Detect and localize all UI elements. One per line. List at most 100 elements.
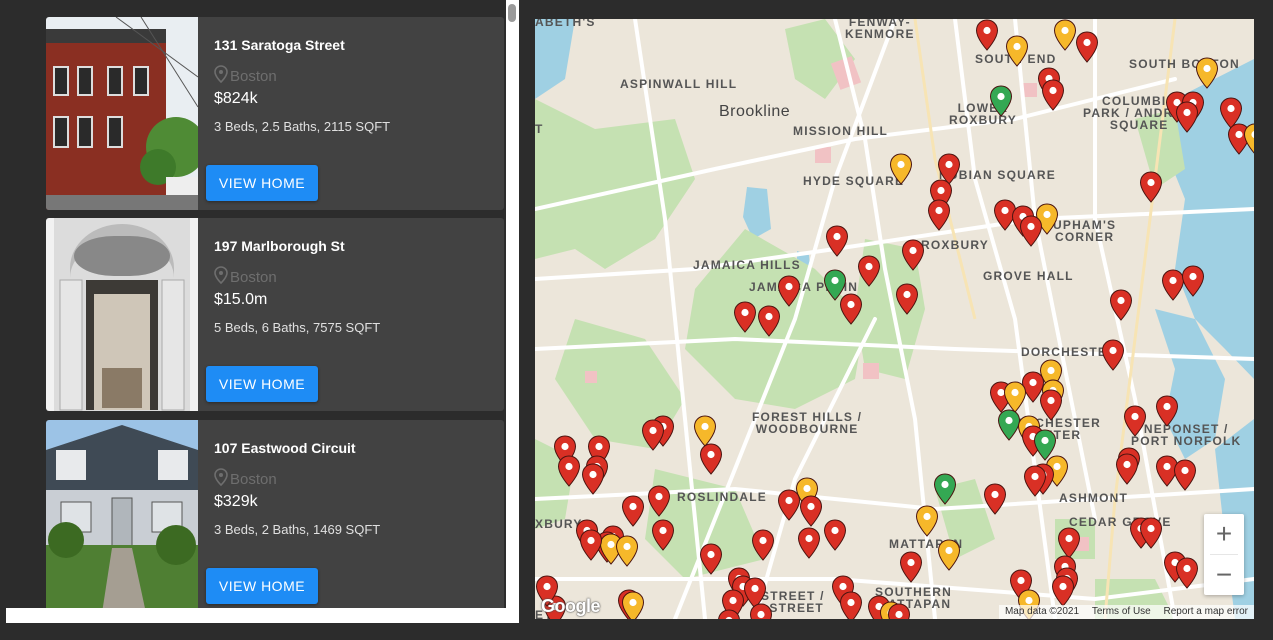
map-marker[interactable] [889, 153, 913, 185]
listing-panel[interactable]: 131 Saratoga Street Boston $824k 3 Beds,… [6, 0, 519, 623]
map-label: NEPONSET / PORT NORFOLK [1131, 422, 1242, 448]
map-label: ROSLINDALE [677, 490, 767, 504]
map-marker[interactable] [1109, 289, 1133, 321]
map-marker[interactable] [1039, 389, 1063, 421]
map-marker[interactable] [1243, 123, 1254, 155]
map-label: Brookline [719, 103, 791, 120]
map-marker[interactable] [989, 85, 1013, 117]
map-marker[interactable] [983, 483, 1007, 515]
view-home-button[interactable]: VIEW HOME [206, 568, 318, 604]
map-label: T [535, 122, 544, 136]
listing-scrollbar[interactable] [506, 0, 519, 623]
map-marker[interactable] [777, 489, 801, 521]
scrollbar-thumb[interactable] [508, 4, 516, 22]
map-marker[interactable] [839, 293, 863, 325]
map-marker[interactable] [733, 301, 757, 333]
map-marker[interactable] [1053, 19, 1077, 51]
map-marker[interactable] [933, 473, 957, 505]
map-marker[interactable] [621, 591, 645, 619]
map-footer: Map data ©2021 Terms of Use Report a map… [998, 605, 1254, 619]
view-home-button[interactable]: VIEW HOME [206, 366, 318, 402]
google-logo: Google [541, 596, 601, 616]
map-marker[interactable] [1175, 557, 1199, 589]
map-marker[interactable] [937, 539, 961, 571]
map-marker[interactable] [895, 283, 919, 315]
listing-photo[interactable] [46, 218, 198, 411]
map-marker[interactable] [887, 603, 911, 619]
map-marker[interactable] [699, 443, 723, 475]
map-marker[interactable] [1075, 31, 1099, 63]
map-marker[interactable] [1051, 575, 1075, 607]
map-marker[interactable] [1175, 101, 1199, 133]
listing-location: Boston [214, 266, 277, 286]
listing-location: Boston [214, 65, 277, 85]
map-marker[interactable] [857, 255, 881, 287]
map-marker[interactable] [749, 603, 773, 619]
map-label: ASHMONT [1059, 491, 1129, 505]
map-marker[interactable] [1023, 465, 1047, 497]
listing-photo[interactable] [46, 420, 198, 608]
map-marker[interactable] [751, 529, 775, 561]
map-marker[interactable] [777, 275, 801, 307]
map-marker[interactable] [1139, 171, 1163, 203]
map-marker[interactable] [651, 519, 675, 551]
map-marker[interactable] [901, 239, 925, 271]
map-marker[interactable] [839, 591, 863, 619]
listing-card[interactable]: 197 Marlborough St Boston $15.0m 5 Beds,… [46, 218, 504, 411]
listing-price: $15.0m [214, 291, 268, 308]
map-marker[interactable] [797, 527, 821, 559]
map-marker[interactable] [1195, 57, 1219, 89]
listing-card[interactable]: 107 Eastwood Circuit Boston $329k 3 Beds… [46, 420, 504, 608]
listing-city: Boston [230, 269, 277, 286]
map-marker[interactable] [799, 495, 823, 527]
map-marker[interactable] [579, 529, 603, 561]
location-pin-icon [214, 266, 228, 285]
map-marker[interactable] [581, 463, 605, 495]
listing-title: 197 Marlborough St [214, 238, 345, 254]
map-marker[interactable] [1139, 517, 1163, 549]
map-label: SOUTH BOSTON [1129, 57, 1240, 71]
map-marker[interactable] [1101, 339, 1125, 371]
zoom-in-button[interactable]: + [1204, 514, 1244, 554]
map-view[interactable]: ABETH'S FENWAY- KENMORE SOUTH END SOUTH … [535, 19, 1254, 619]
listing-city: Boston [230, 471, 277, 488]
listing-card[interactable]: 131 Saratoga Street Boston $824k 3 Beds,… [46, 17, 504, 210]
map-marker[interactable] [1115, 453, 1139, 485]
map-label: UPHAM'S CORNER [1053, 218, 1117, 244]
map-marker[interactable] [1123, 405, 1147, 437]
map-label: JAMAICA HILLS [693, 258, 801, 272]
map-marker[interactable] [975, 19, 999, 51]
map-marker[interactable] [615, 535, 639, 567]
map-marker[interactable] [915, 505, 939, 537]
map-marker[interactable] [1155, 395, 1179, 427]
zoom-out-button[interactable]: − [1204, 555, 1244, 595]
listing-specs: 5 Beds, 6 Baths, 7575 SQFT [214, 320, 381, 335]
map-label: FOREST HILLS / WOODBOURNE [752, 410, 863, 436]
map-label: GROVE HALL [983, 269, 1074, 283]
map-marker[interactable] [825, 225, 849, 257]
terms-of-use-link[interactable]: Terms of Use [1092, 606, 1151, 617]
map-label: ROXBURY [921, 238, 989, 252]
view-home-button[interactable]: VIEW HOME [206, 165, 318, 201]
listing-photo[interactable] [46, 17, 198, 210]
map-marker[interactable] [1173, 459, 1197, 491]
map-marker[interactable] [717, 609, 741, 619]
listing-city: Boston [230, 68, 277, 85]
map-marker[interactable] [927, 199, 951, 231]
listing-title: 131 Saratoga Street [214, 37, 345, 53]
listing-price: $824k [214, 90, 258, 107]
map-marker[interactable] [641, 419, 665, 451]
map-marker[interactable] [1019, 215, 1043, 247]
map-marker[interactable] [699, 543, 723, 575]
listing-location: Boston [214, 468, 277, 488]
map-marker[interactable] [1041, 79, 1065, 111]
map-marker[interactable] [647, 485, 671, 517]
map-marker[interactable] [557, 455, 581, 487]
report-map-error-link[interactable]: Report a map error [1164, 606, 1248, 617]
map-marker[interactable] [757, 305, 781, 337]
map-marker[interactable] [899, 551, 923, 583]
map-marker[interactable] [823, 519, 847, 551]
map-marker[interactable] [1005, 35, 1029, 67]
map-marker[interactable] [621, 495, 645, 527]
map-marker[interactable] [1181, 265, 1205, 297]
